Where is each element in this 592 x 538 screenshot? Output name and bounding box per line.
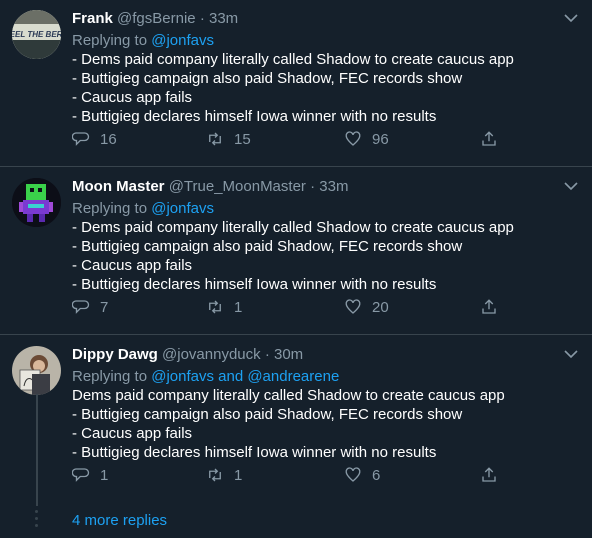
chevron-down-icon[interactable] — [564, 349, 578, 359]
replying-to: Replying to @jonfavs — [72, 199, 214, 219]
separator-dot: · — [199, 10, 205, 27]
tweet-frank[interactable]: FEEL THE BERN Frank @fgsBernie · 33m Rep… — [0, 0, 592, 166]
separator-dot: · — [310, 178, 316, 195]
timestamp[interactable]: 33m — [209, 10, 238, 27]
tweet-actions: 7 1 20 — [72, 297, 512, 317]
tweet-moon-master[interactable]: Moon Master @True_MoonMaster · 33m Reply… — [0, 168, 592, 334]
avatar[interactable] — [12, 178, 61, 227]
user-handle[interactable]: @fgsBernie — [117, 10, 196, 27]
robot-avatar-icon — [12, 178, 61, 227]
retweet-icon — [209, 300, 221, 314]
mention-link[interactable]: @jonfavs and @andrearene — [151, 368, 339, 385]
avatar[interactable]: FEEL THE BERN — [12, 10, 61, 59]
tweet-divider — [0, 166, 592, 167]
share-icon — [482, 131, 496, 146]
tweet-text: - Dems paid company literally called Sha… — [72, 51, 514, 125]
like-count: 20 — [372, 298, 389, 316]
avatar-text: FEEL THE BERN — [12, 30, 61, 39]
display-name[interactable]: Frank — [72, 10, 113, 27]
share-button[interactable] — [480, 297, 508, 317]
retweet-icon — [209, 132, 221, 146]
reply-button[interactable]: 16 — [72, 129, 117, 149]
replying-prefix: Replying to — [72, 32, 152, 49]
reply-button[interactable]: 7 — [72, 297, 108, 317]
person-photo-avatar-icon — [12, 346, 61, 395]
heart-icon — [345, 467, 361, 482]
heart-icon — [345, 131, 361, 146]
tweet-actions: 16 15 96 — [72, 129, 512, 149]
tweet-actions: 1 1 6 — [72, 465, 512, 485]
reply-icon — [72, 132, 90, 146]
retweet-count: 1 — [234, 298, 243, 316]
feel-the-bern-avatar-icon: FEEL THE BERN — [12, 10, 61, 59]
tweet-header: Frank @fgsBernie · 33m — [72, 9, 238, 29]
replying-to: Replying to @jonfavs — [72, 31, 214, 51]
retweet-icon — [209, 468, 221, 482]
share-button[interactable] — [480, 129, 508, 149]
retweet-count: 15 — [234, 130, 251, 148]
reply-button[interactable]: 1 — [72, 465, 108, 485]
retweet-button[interactable]: 1 — [206, 297, 242, 317]
retweet-count: 1 — [234, 466, 243, 484]
separator-dot: · — [264, 346, 270, 363]
retweet-button[interactable]: 1 — [206, 465, 242, 485]
chevron-down-icon[interactable] — [564, 13, 578, 23]
like-button[interactable]: 20 — [344, 297, 389, 317]
chevron-down-icon[interactable] — [564, 181, 578, 191]
reply-icon — [72, 468, 90, 482]
thread-dots — [35, 510, 39, 531]
tweet-text: - Dems paid company literally called Sha… — [72, 219, 514, 293]
timestamp[interactable]: 30m — [274, 346, 303, 363]
more-replies-link[interactable]: 4 more replies — [72, 512, 167, 529]
timestamp[interactable]: 33m — [319, 178, 348, 195]
tweet-header: Dippy Dawg @jovannyduck · 30m — [72, 345, 303, 365]
tweet-header: Moon Master @True_MoonMaster · 33m — [72, 177, 348, 197]
tweet-divider — [0, 334, 592, 335]
retweet-button[interactable]: 15 — [206, 129, 251, 149]
display-name[interactable]: Dippy Dawg — [72, 346, 158, 363]
display-name[interactable]: Moon Master — [72, 178, 165, 195]
reply-count: 1 — [100, 466, 109, 484]
tweet-dippy-dawg[interactable]: Dippy Dawg @jovannyduck · 30m Replying t… — [0, 336, 592, 538]
reply-count: 7 — [100, 298, 109, 316]
reply-icon — [72, 300, 90, 314]
mention-link[interactable]: @jonfavs — [151, 200, 214, 217]
thread-line — [36, 394, 38, 506]
like-button[interactable]: 96 — [344, 129, 389, 149]
heart-icon — [345, 299, 361, 314]
like-count: 6 — [372, 466, 381, 484]
share-button[interactable] — [480, 465, 508, 485]
like-count: 96 — [372, 130, 389, 148]
replying-prefix: Replying to — [72, 200, 152, 217]
share-icon — [482, 299, 496, 314]
share-icon — [482, 467, 496, 482]
avatar[interactable] — [12, 346, 61, 395]
replying-to: Replying to @jonfavs and @andrearene — [72, 367, 339, 387]
user-handle[interactable]: @jovannyduck — [162, 346, 261, 363]
replying-prefix: Replying to — [72, 368, 152, 385]
tweet-text: Dems paid company literally called Shado… — [72, 387, 505, 461]
like-button[interactable]: 6 — [344, 465, 380, 485]
mention-link[interactable]: @jonfavs — [151, 32, 214, 49]
user-handle[interactable]: @True_MoonMaster — [169, 178, 306, 195]
reply-count: 16 — [100, 130, 117, 148]
